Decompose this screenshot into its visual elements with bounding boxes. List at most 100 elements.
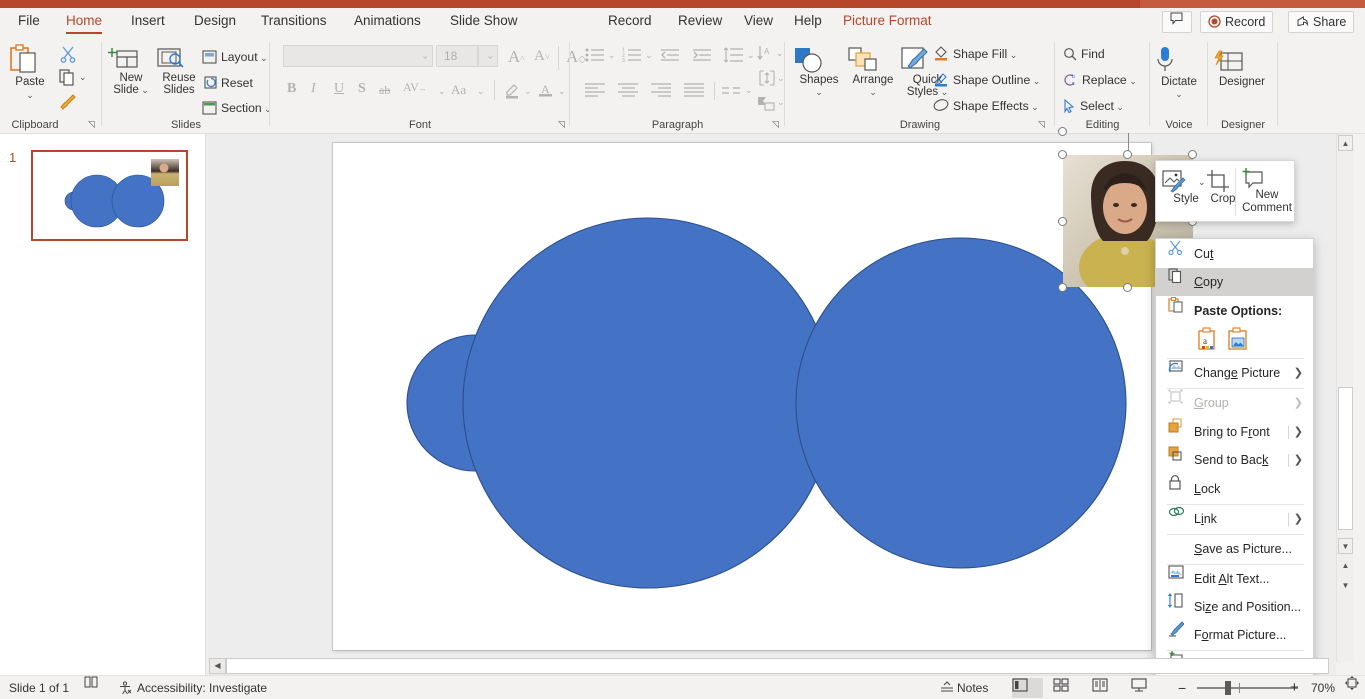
previous-slide-button[interactable]: ▲ xyxy=(1338,558,1353,574)
zoom-out-button[interactable]: − xyxy=(1178,676,1186,699)
font-size-dropdown[interactable]: ⌄ xyxy=(478,45,498,67)
copy-chevron-down-icon[interactable]: ⌄ xyxy=(79,72,87,83)
resize-handle-tc[interactable] xyxy=(1123,150,1132,159)
tab-design[interactable]: Design xyxy=(188,8,242,36)
horizontal-scroll-track[interactable] xyxy=(226,658,1329,674)
ribbon-group-editing: Find bc Replace ⌄ Select ⌄ Editing xyxy=(1055,36,1150,134)
arrange-button[interactable]: Arrange ⌄ xyxy=(847,46,899,98)
context-menu-item-send-to-back[interactable]: Send to Back ❯ xyxy=(1156,446,1313,474)
zoom-slider-handle[interactable] xyxy=(1225,681,1231,695)
view-reading-button[interactable] xyxy=(1092,678,1123,698)
tab-review[interactable]: Review xyxy=(672,8,728,36)
context-menu-item-change-picture[interactable]: Change Picture ❯ xyxy=(1156,359,1313,387)
shapes-button[interactable]: Shapes ⌄ xyxy=(793,46,845,98)
paste-option-keep-text[interactable]: a xyxy=(1196,327,1220,353)
resize-handle-bl[interactable] xyxy=(1058,283,1067,292)
tab-help[interactable]: Help xyxy=(788,8,828,36)
clipboard-dialog-launcher[interactable]: ◹ xyxy=(88,119,99,130)
new-slide-button[interactable]: New Slide ⌄ xyxy=(108,46,154,96)
mini-comment-label-2: Comment xyxy=(1242,202,1292,214)
record-button[interactable]: Record xyxy=(1200,11,1273,33)
tab-record[interactable]: Record xyxy=(602,8,658,36)
resize-handle-bc[interactable] xyxy=(1123,283,1132,292)
shape-effects-button[interactable]: Shape Effects ⌄ xyxy=(933,97,1039,115)
format-painter-button[interactable] xyxy=(58,92,77,111)
replace-button[interactable]: bc Replace ⌄ xyxy=(1063,72,1137,89)
zoom-in-button[interactable]: + xyxy=(1290,676,1299,699)
font-name-input[interactable]: ⌄ xyxy=(283,45,433,67)
view-slide-sorter-button[interactable] xyxy=(1053,678,1084,698)
scroll-up-button[interactable]: ▲ xyxy=(1338,135,1353,151)
paste-option-picture[interactable] xyxy=(1226,327,1250,353)
paste-chevron-down-icon[interactable]: ⌄ xyxy=(8,89,52,101)
next-slide-button[interactable]: ▼ xyxy=(1338,578,1353,594)
zoom-slider-track[interactable] xyxy=(1197,687,1298,689)
tab-animations[interactable]: Animations xyxy=(348,8,427,36)
context-menu-item-save-as-picture[interactable]: Save as Picture... xyxy=(1156,535,1313,563)
dictate-button[interactable]: Dictate ⌄ xyxy=(1154,46,1204,100)
vertical-scrollbar[interactable]: ▲ ▼ ▲ ▼ xyxy=(1336,134,1353,662)
scroll-left-button[interactable]: ◀ xyxy=(209,658,226,674)
share-button[interactable]: Share xyxy=(1288,11,1354,33)
context-menu-item-copy[interactable]: Copy xyxy=(1156,268,1313,296)
rotation-handle[interactable] xyxy=(1058,127,1067,136)
search-icon xyxy=(1063,47,1077,61)
horizontal-scrollbar[interactable]: ◀ xyxy=(209,658,1329,674)
tab-file[interactable]: File xyxy=(12,8,46,36)
fit-to-window-button[interactable] xyxy=(1345,676,1359,699)
view-slideshow-button[interactable] xyxy=(1131,678,1162,698)
resize-handle-tr[interactable] xyxy=(1188,150,1197,159)
font-dialog-launcher[interactable]: ◹ xyxy=(558,119,569,130)
context-menu[interactable]: Cut Copy Paste Options: a xyxy=(1155,238,1314,689)
vertical-scroll-thumb[interactable] xyxy=(1338,387,1353,530)
slide-thumbnail-1[interactable] xyxy=(31,150,188,241)
language-button[interactable] xyxy=(84,676,98,699)
tab-picture-format[interactable]: Picture Format xyxy=(837,8,938,36)
tab-insert[interactable]: Insert xyxy=(125,8,171,36)
mini-new-comment-button[interactable]: New Comment xyxy=(1240,167,1294,214)
shape-outline-button[interactable]: Shape Outline ⌄ xyxy=(933,71,1040,89)
tab-view[interactable]: View xyxy=(738,8,779,36)
paste-button[interactable]: Paste ⌄ xyxy=(8,44,52,101)
comments-button[interactable] xyxy=(1162,11,1192,33)
resize-handle-tl[interactable] xyxy=(1058,150,1067,159)
context-menu-item-lock[interactable]: Lock xyxy=(1156,475,1313,503)
accessibility-button[interactable]: Accessibility: Investigate xyxy=(118,676,267,699)
layout-button[interactable]: Layout ⌄ xyxy=(202,49,268,66)
cut-button[interactable] xyxy=(60,46,77,63)
shape-fill-button[interactable]: Shape Fill ⌄ xyxy=(933,45,1017,63)
slide-shapes[interactable] xyxy=(333,143,1151,650)
context-menu-item-bring-to-front[interactable]: Bring to Front ❯ xyxy=(1156,418,1313,446)
resize-handle-ml[interactable] xyxy=(1058,217,1067,226)
tab-slide-show[interactable]: Slide Show xyxy=(444,8,524,36)
scroll-down-button[interactable]: ▼ xyxy=(1338,538,1353,554)
arrange-chevron-down-icon[interactable]: ⌄ xyxy=(847,86,899,98)
zoom-level-label[interactable]: 70% xyxy=(1311,676,1335,699)
section-button[interactable]: Section ⌄ xyxy=(202,100,272,117)
notes-button[interactable]: Notes xyxy=(940,676,988,699)
context-menu-item-cut[interactable]: Cut xyxy=(1156,240,1313,268)
reset-button[interactable]: Reset xyxy=(202,75,253,91)
reuse-slides-button[interactable]: Reuse Slides xyxy=(156,46,202,96)
context-menu-item-size-and-position[interactable]: Size and Position... xyxy=(1156,593,1313,621)
style-chevron-down-icon[interactable]: ⌄ xyxy=(1198,177,1206,188)
paragraph-dialog-launcher[interactable]: ◹ xyxy=(772,119,783,130)
context-menu-item-link[interactable]: Link ❯ xyxy=(1156,505,1313,533)
slide-canvas[interactable] xyxy=(333,143,1151,650)
font-size-input[interactable]: 18 xyxy=(436,45,478,67)
designer-button[interactable]: Designer xyxy=(1212,50,1272,88)
copy-button[interactable] xyxy=(59,69,76,86)
view-normal-button[interactable] xyxy=(1012,678,1043,698)
section-label: Section xyxy=(221,101,262,115)
tab-home[interactable]: Home xyxy=(60,8,108,36)
find-button[interactable]: Find xyxy=(1063,46,1105,62)
context-menu-item-format-picture[interactable]: Format Picture... xyxy=(1156,621,1313,649)
select-button[interactable]: Select ⌄ xyxy=(1063,98,1124,115)
dictate-chevron-down-icon[interactable]: ⌄ xyxy=(1154,88,1204,100)
drawing-dialog-launcher[interactable]: ◹ xyxy=(1038,119,1049,130)
shapes-chevron-down-icon[interactable]: ⌄ xyxy=(793,86,845,98)
tab-transitions[interactable]: Transitions xyxy=(255,8,333,36)
context-menu-item-edit-alt-text[interactable]: Edit Alt Text... xyxy=(1156,565,1313,593)
lock-icon xyxy=(1168,475,1188,503)
status-bar: Slide 1 of 1 Accessibility: Investigate … xyxy=(0,675,1365,699)
